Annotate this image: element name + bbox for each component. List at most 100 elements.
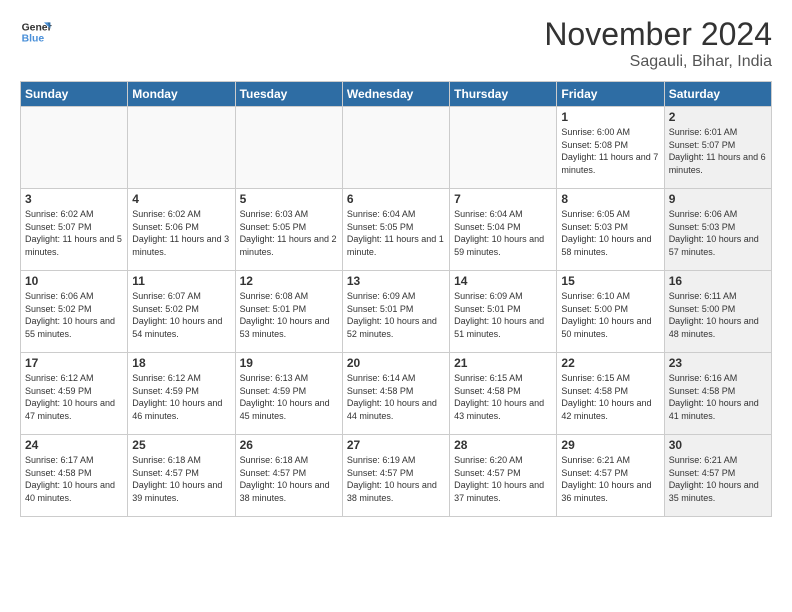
day-number: 27 [347, 438, 445, 452]
day-info: Sunrise: 6:01 AM Sunset: 5:07 PM Dayligh… [669, 126, 767, 176]
day-info: Sunrise: 6:04 AM Sunset: 5:04 PM Dayligh… [454, 208, 552, 258]
calendar-cell: 23 Sunrise: 6:16 AM Sunset: 4:58 PM Dayli… [664, 353, 771, 435]
header: General Blue November 2024 Sagauli, Biha… [20, 16, 772, 71]
page: General Blue November 2024 Sagauli, Biha… [0, 0, 792, 527]
col-tuesday: Tuesday [235, 82, 342, 107]
day-number: 19 [240, 356, 338, 370]
calendar-cell: 27Sunrise: 6:19 AM Sunset: 4:57 PM Dayli… [342, 435, 449, 517]
day-number: 2 [669, 110, 767, 124]
day-number: 1 [561, 110, 659, 124]
col-wednesday: Wednesday [342, 82, 449, 107]
day-info: Sunrise: 6:18 AM Sunset: 4:57 PM Dayligh… [240, 454, 338, 504]
day-number: 13 [347, 274, 445, 288]
calendar-cell [21, 107, 128, 189]
day-info: Sunrise: 6:10 AM Sunset: 5:00 PM Dayligh… [561, 290, 659, 340]
calendar-week-3: 10 Sunrise: 6:06 AM Sunset: 5:02 PM Dayli… [21, 271, 772, 353]
day-info: Sunrise: 6:09 AM Sunset: 5:01 PM Dayligh… [347, 290, 445, 340]
calendar-cell [128, 107, 235, 189]
logo: General Blue [20, 16, 52, 48]
day-info: Sunrise: 6:14 AM Sunset: 4:58 PM Dayligh… [347, 372, 445, 422]
logo-icon: General Blue [20, 16, 52, 48]
calendar-week-2: 3Sunrise: 6:02 AM Sunset: 5:07 PM Daylig… [21, 189, 772, 271]
day-info: Sunrise: 6:15 AM Sunset: 4:58 PM Dayligh… [454, 372, 552, 422]
calendar-cell [235, 107, 342, 189]
subtitle: Sagauli, Bihar, India [544, 53, 772, 71]
calendar-cell [450, 107, 557, 189]
day-info: Sunrise: 6:21 AM Sunset: 4:57 PM Dayligh… [669, 454, 767, 504]
day-number: 6 [347, 192, 445, 206]
calendar-week-4: 17Sunrise: 6:12 AM Sunset: 4:59 PM Dayli… [21, 353, 772, 435]
calendar-cell: 15Sunrise: 6:10 AM Sunset: 5:00 PM Dayli… [557, 271, 664, 353]
calendar-cell: 9Sunrise: 6:06 AM Sunset: 5:03 PM Daylig… [664, 189, 771, 271]
calendar-cell: 18 Sunrise: 6:12 AM Sunset: 4:59 PM Dayli… [128, 353, 235, 435]
calendar-table: Sunday Monday Tuesday Wednesday Thursday… [20, 81, 772, 517]
calendar-cell: 3Sunrise: 6:02 AM Sunset: 5:07 PM Daylig… [21, 189, 128, 271]
day-number: 12 [240, 274, 338, 288]
day-number: 30 [669, 438, 767, 452]
calendar-cell: 19 Sunrise: 6:13 AM Sunset: 4:59 PM Dayli… [235, 353, 342, 435]
day-info: Sunrise: 6:17 AM Sunset: 4:58 PM Dayligh… [25, 454, 123, 504]
calendar-cell: 29Sunrise: 6:21 AM Sunset: 4:57 PM Dayli… [557, 435, 664, 517]
calendar-cell: 13 Sunrise: 6:09 AM Sunset: 5:01 PM Dayli… [342, 271, 449, 353]
day-info: Sunrise: 6:20 AM Sunset: 4:57 PM Dayligh… [454, 454, 552, 504]
calendar-cell: 12 Sunrise: 6:08 AM Sunset: 5:01 PM Dayli… [235, 271, 342, 353]
col-thursday: Thursday [450, 82, 557, 107]
calendar-cell: 1Sunrise: 6:00 AM Sunset: 5:08 PM Daylig… [557, 107, 664, 189]
day-number: 5 [240, 192, 338, 206]
day-info: Sunrise: 6:12 AM Sunset: 4:59 PM Dayligh… [25, 372, 123, 422]
day-info: Sunrise: 6:12 AM Sunset: 4:59 PM Dayligh… [132, 372, 230, 422]
calendar-cell: 2 Sunrise: 6:01 AM Sunset: 5:07 PM Daylig… [664, 107, 771, 189]
calendar-cell: 25 Sunrise: 6:18 AM Sunset: 4:57 PM Dayli… [128, 435, 235, 517]
calendar-cell: 8 Sunrise: 6:05 AM Sunset: 5:03 PM Daylig… [557, 189, 664, 271]
day-info: Sunrise: 6:21 AM Sunset: 4:57 PM Dayligh… [561, 454, 659, 504]
calendar-cell: 4 Sunrise: 6:02 AM Sunset: 5:06 PM Daylig… [128, 189, 235, 271]
col-monday: Monday [128, 82, 235, 107]
day-number: 11 [132, 274, 230, 288]
day-number: 8 [561, 192, 659, 206]
day-info: Sunrise: 6:03 AM Sunset: 5:05 PM Dayligh… [240, 208, 338, 258]
day-info: Sunrise: 6:08 AM Sunset: 5:01 PM Dayligh… [240, 290, 338, 340]
day-number: 10 [25, 274, 123, 288]
calendar-cell: 14 Sunrise: 6:09 AM Sunset: 5:01 PM Dayli… [450, 271, 557, 353]
day-number: 4 [132, 192, 230, 206]
title-block: November 2024 Sagauli, Bihar, India [544, 16, 772, 71]
calendar-cell: 11 Sunrise: 6:07 AM Sunset: 5:02 PM Dayli… [128, 271, 235, 353]
col-saturday: Saturday [664, 82, 771, 107]
calendar-cell: 17Sunrise: 6:12 AM Sunset: 4:59 PM Dayli… [21, 353, 128, 435]
day-info: Sunrise: 6:16 AM Sunset: 4:58 PM Dayligh… [669, 372, 767, 422]
day-number: 26 [240, 438, 338, 452]
day-number: 21 [454, 356, 552, 370]
day-info: Sunrise: 6:06 AM Sunset: 5:03 PM Dayligh… [669, 208, 767, 258]
day-number: 18 [132, 356, 230, 370]
day-number: 22 [561, 356, 659, 370]
day-info: Sunrise: 6:18 AM Sunset: 4:57 PM Dayligh… [132, 454, 230, 504]
day-info: Sunrise: 6:15 AM Sunset: 4:58 PM Dayligh… [561, 372, 659, 422]
day-info: Sunrise: 6:09 AM Sunset: 5:01 PM Dayligh… [454, 290, 552, 340]
calendar-cell [342, 107, 449, 189]
day-number: 14 [454, 274, 552, 288]
calendar-cell: 26 Sunrise: 6:18 AM Sunset: 4:57 PM Dayli… [235, 435, 342, 517]
calendar-cell: 24 Sunrise: 6:17 AM Sunset: 4:58 PM Dayli… [21, 435, 128, 517]
calendar-cell: 16Sunrise: 6:11 AM Sunset: 5:00 PM Dayli… [664, 271, 771, 353]
calendar-cell: 10 Sunrise: 6:06 AM Sunset: 5:02 PM Dayli… [21, 271, 128, 353]
calendar-week-5: 24 Sunrise: 6:17 AM Sunset: 4:58 PM Dayli… [21, 435, 772, 517]
calendar-cell: 30 Sunrise: 6:21 AM Sunset: 4:57 PM Dayli… [664, 435, 771, 517]
day-info: Sunrise: 6:07 AM Sunset: 5:02 PM Dayligh… [132, 290, 230, 340]
day-number: 24 [25, 438, 123, 452]
day-info: Sunrise: 6:04 AM Sunset: 5:05 PM Dayligh… [347, 208, 445, 258]
day-info: Sunrise: 6:02 AM Sunset: 5:06 PM Dayligh… [132, 208, 230, 258]
day-number: 25 [132, 438, 230, 452]
day-number: 23 [669, 356, 767, 370]
svg-text:Blue: Blue [22, 34, 45, 45]
day-number: 28 [454, 438, 552, 452]
day-info: Sunrise: 6:13 AM Sunset: 4:59 PM Dayligh… [240, 372, 338, 422]
day-info: Sunrise: 6:11 AM Sunset: 5:00 PM Dayligh… [669, 290, 767, 340]
day-info: Sunrise: 6:05 AM Sunset: 5:03 PM Dayligh… [561, 208, 659, 258]
day-info: Sunrise: 6:06 AM Sunset: 5:02 PM Dayligh… [25, 290, 123, 340]
col-sunday: Sunday [21, 82, 128, 107]
calendar-week-1: 1Sunrise: 6:00 AM Sunset: 5:08 PM Daylig… [21, 107, 772, 189]
day-number: 7 [454, 192, 552, 206]
col-friday: Friday [557, 82, 664, 107]
main-title: November 2024 [544, 16, 772, 53]
calendar-cell: 20Sunrise: 6:14 AM Sunset: 4:58 PM Dayli… [342, 353, 449, 435]
